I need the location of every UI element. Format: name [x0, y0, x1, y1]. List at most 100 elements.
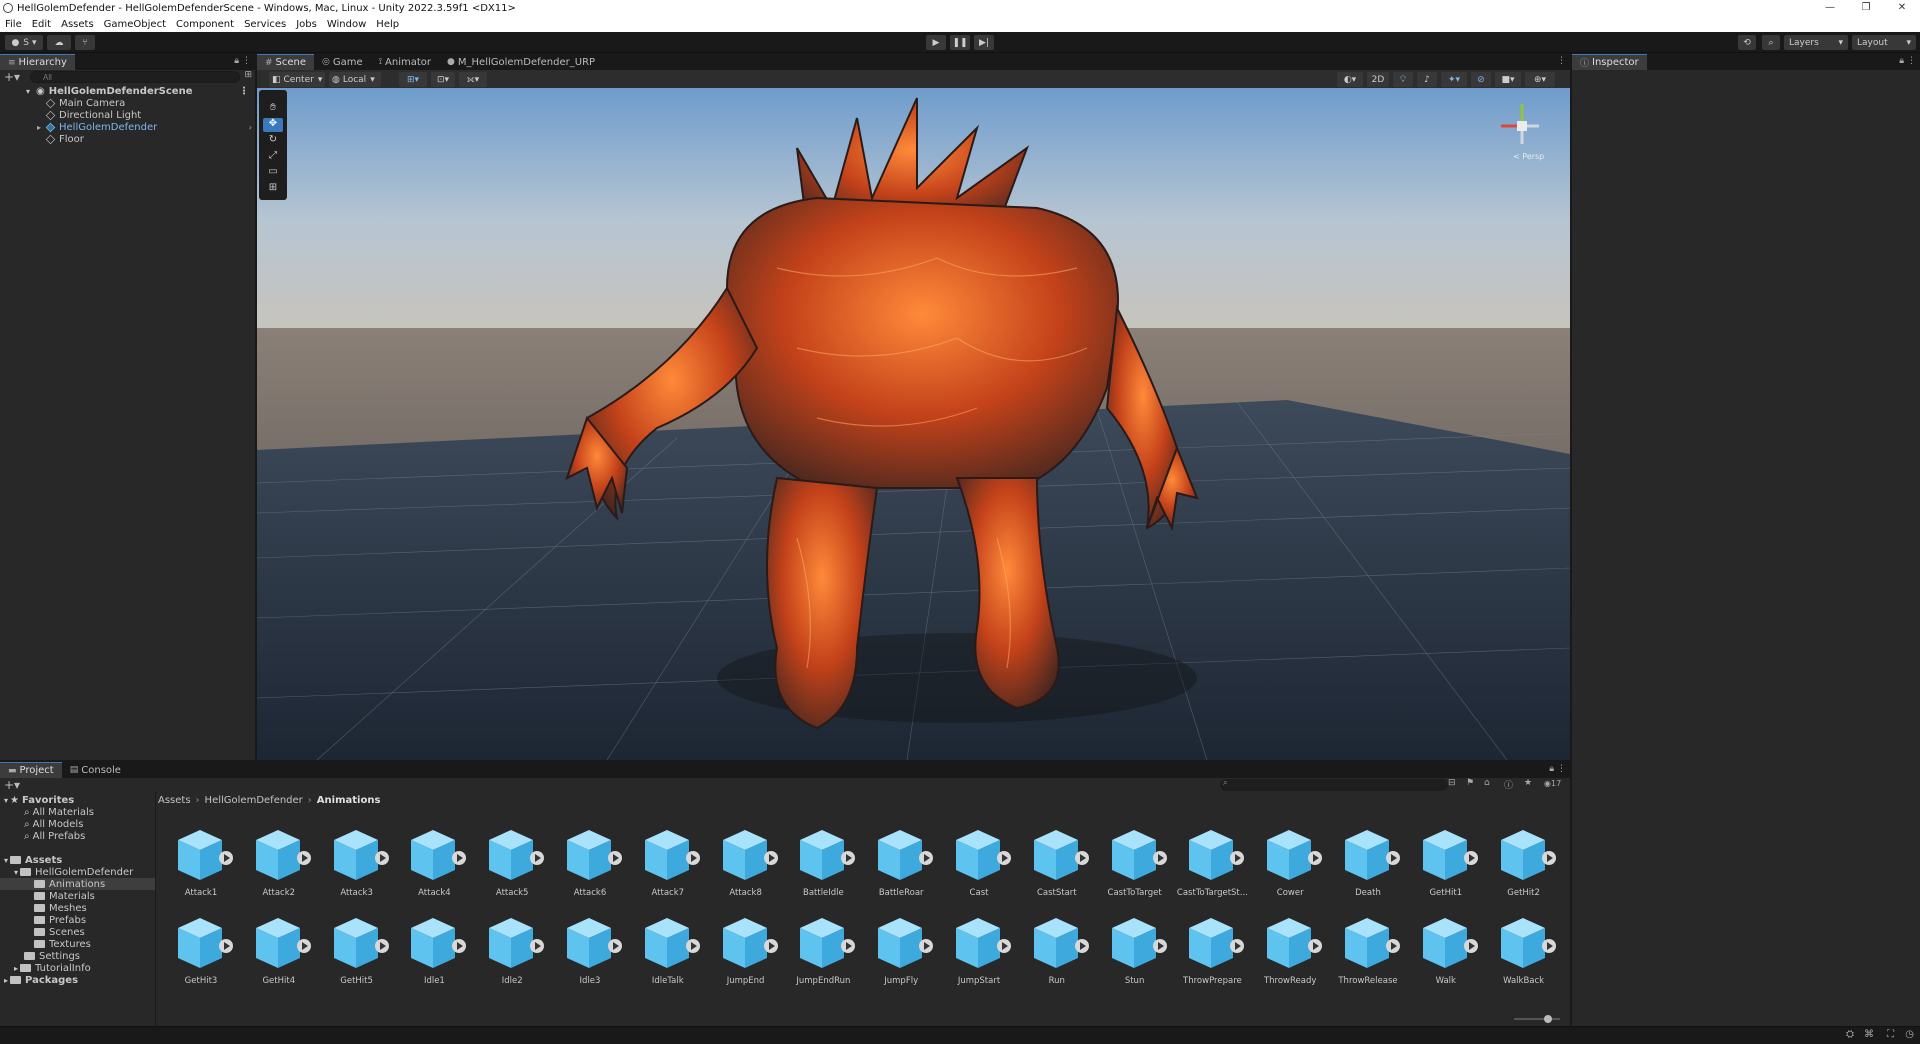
tab-project[interactable]: ▬ Project — [0, 762, 62, 778]
animation-clip-asset[interactable]: WalkBack — [1485, 904, 1563, 990]
animation-clip-asset[interactable]: JumpFly — [862, 904, 940, 990]
animation-clip-asset[interactable]: CastToTargetSt... — [1173, 816, 1251, 902]
animation-clip-asset[interactable]: GetHit2 — [1485, 816, 1563, 902]
slider-handle[interactable] — [1544, 1015, 1552, 1023]
breadcrumb-item-current[interactable]: Animations — [317, 795, 381, 806]
network-icon[interactable]: ⌘ — [1864, 1029, 1874, 1040]
assets-root[interactable]: ▾ Assets — [0, 854, 156, 866]
more-options-icon[interactable]: ⋮ — [1557, 764, 1566, 774]
tag-icon[interactable]: ⌂ — [1484, 778, 1490, 788]
effects-dropdown[interactable]: ✦▾ — [1441, 72, 1467, 87]
lock-icon[interactable]: 🔒︎ — [1899, 56, 1904, 66]
search-by-label-icon[interactable]: ⚑ — [1466, 778, 1474, 788]
animation-clip-asset[interactable]: Attack6 — [551, 816, 629, 902]
menu-assets[interactable]: Assets — [56, 19, 99, 30]
animation-clip-asset[interactable]: Idle1 — [395, 904, 473, 990]
breadcrumb-item[interactable]: Assets — [158, 795, 191, 806]
animation-clip-asset[interactable]: BattleIdle — [784, 816, 862, 902]
breadcrumb-item[interactable]: HellGolemDefender — [205, 795, 303, 806]
animation-clip-asset[interactable]: Attack2 — [240, 816, 318, 902]
orientation-gizmo[interactable]: < Persp — [1487, 96, 1557, 166]
animation-clip-asset[interactable]: ThrowReady — [1251, 904, 1329, 990]
lock-icon[interactable]: 🔒︎ — [234, 56, 239, 66]
scene-viewport[interactable]: ✋︎ ✥ ↻ ⤢ ▭ ⊞ < Persp — [257, 88, 1570, 760]
hierarchy-scene-row[interactable]: ▾ ◉ HellGolemDefenderScene ⋮ — [0, 85, 255, 97]
tab-console[interactable]: ▤ Console — [62, 762, 129, 778]
more-options-icon[interactable]: ⋮ — [1557, 56, 1566, 66]
tab-game[interactable]: ◎ Game — [314, 54, 371, 70]
add-object-button[interactable]: +▾ — [4, 70, 20, 84]
tree-item-meshes[interactable]: Meshes — [0, 902, 156, 914]
camera-dropdown[interactable]: ■▾ — [1495, 72, 1521, 87]
animation-clip-asset[interactable]: JumpEndRun — [784, 904, 862, 990]
menu-jobs[interactable]: Jobs — [291, 19, 322, 30]
hierarchy-item-directional-light[interactable]: Directional Light — [0, 109, 255, 121]
icon-size-slider[interactable] — [1514, 1015, 1560, 1023]
menu-window[interactable]: Window — [322, 19, 371, 30]
hidden-packages-count[interactable]: ◉17 — [1544, 779, 1561, 788]
hierarchy-item-hellgolemdefender[interactable]: ▸ HellGolemDefender › — [0, 121, 255, 133]
animation-clip-asset[interactable]: Idle2 — [473, 904, 551, 990]
tree-item-settings[interactable]: Settings — [0, 950, 156, 962]
more-options-icon[interactable]: ⋮ — [1907, 56, 1916, 66]
animation-clip-asset[interactable]: Attack3 — [318, 816, 396, 902]
move-tool-icon[interactable]: ✥ — [263, 118, 283, 132]
create-asset-button[interactable]: +▾ — [4, 778, 20, 792]
animation-clip-asset[interactable]: Cast — [940, 816, 1018, 902]
more-options-icon[interactable]: ⋮ — [242, 56, 251, 66]
expand-arrow-icon[interactable]: ▸ — [37, 123, 41, 132]
info-icon[interactable]: ⓘ — [1504, 778, 1513, 791]
collab-button[interactable]: ⑂ — [75, 35, 95, 50]
chevron-right-icon[interactable]: › — [249, 123, 252, 132]
menu-file[interactable]: File — [0, 19, 27, 30]
lock-icon[interactable]: 🔒︎ — [1549, 764, 1554, 774]
shading-mode-button[interactable]: ◐▾ — [1337, 72, 1363, 87]
animation-clip-asset[interactable]: CastStart — [1018, 816, 1096, 902]
scene-visibility-toggle[interactable]: ⊘ — [1471, 72, 1491, 87]
star-icon[interactable]: ★ — [1524, 778, 1532, 788]
hierarchy-item-floor[interactable]: Floor — [0, 133, 255, 145]
maximize-button[interactable]: ❐ — [1848, 0, 1884, 16]
lighting-toggle[interactable]: 💡︎ — [1393, 72, 1413, 87]
tree-item-hellgolemdefender[interactable]: ▾ HellGolemDefender — [0, 866, 156, 878]
animation-clip-asset[interactable]: Run — [1018, 904, 1096, 990]
menu-services[interactable]: Services — [239, 19, 291, 30]
snap-increment-button[interactable]: ⟗▾ — [459, 72, 487, 87]
animation-clip-asset[interactable]: ThrowRelease — [1329, 904, 1407, 990]
tree-item-scenes[interactable]: Scenes — [0, 926, 156, 938]
tree-item-prefabs[interactable]: Prefabs — [0, 914, 156, 926]
menu-gameobject[interactable]: GameObject — [99, 19, 171, 30]
pause-button[interactable]: ❚❚ — [950, 35, 970, 50]
scale-tool-icon[interactable]: ⤢ — [263, 150, 283, 164]
animation-clip-asset[interactable]: Attack8 — [707, 816, 785, 902]
grid-increment-button[interactable]: ⊡▾ — [431, 72, 455, 87]
animation-clip-asset[interactable]: Stun — [1096, 904, 1174, 990]
animation-clip-asset[interactable]: BattleRoar — [862, 816, 940, 902]
animation-clip-asset[interactable]: Attack5 — [473, 816, 551, 902]
animation-clip-asset[interactable]: GetHit4 — [240, 904, 318, 990]
tree-item-materials[interactable]: Materials — [0, 890, 156, 902]
project-search-input[interactable]: ⌕ — [1220, 778, 1448, 791]
toggle-2d-button[interactable]: 2D — [1367, 72, 1389, 87]
animation-clip-asset[interactable]: CastToTarget — [1096, 816, 1174, 902]
animation-clip-asset[interactable]: JumpEnd — [707, 904, 785, 990]
cache-icon[interactable]: ⛶ — [1887, 1029, 1894, 1040]
hierarchy-item-main-camera[interactable]: Main Camera — [0, 97, 255, 109]
gizmos-dropdown[interactable]: ⊕▾ — [1525, 72, 1555, 87]
layers-dropdown[interactable]: Layers ▾ — [1784, 35, 1848, 50]
transform-tool-icon[interactable]: ⊞ — [263, 182, 283, 196]
account-button[interactable]: ● S ▾ — [5, 35, 43, 50]
scene-visibility-icon[interactable]: ⊞ — [244, 70, 252, 80]
animation-clip-asset[interactable]: Cower — [1251, 816, 1329, 902]
search-button[interactable]: ⌕ — [1762, 35, 1780, 50]
layout-dropdown[interactable]: Layout ▾ — [1852, 35, 1916, 50]
rotate-tool-icon[interactable]: ↻ — [263, 134, 283, 148]
animation-clip-asset[interactable]: GetHit3 — [162, 904, 240, 990]
cloud-button[interactable]: ☁ — [47, 35, 71, 50]
play-button[interactable]: ▶ — [926, 35, 946, 50]
projection-label[interactable]: < Persp — [1513, 152, 1544, 161]
tab-hierarchy[interactable]: ≡ Hierarchy — [0, 54, 75, 70]
close-button[interactable]: ✕ — [1884, 0, 1920, 16]
animation-clip-asset[interactable]: JumpStart — [940, 904, 1018, 990]
more-options-icon[interactable]: ⋮ — [239, 86, 249, 97]
